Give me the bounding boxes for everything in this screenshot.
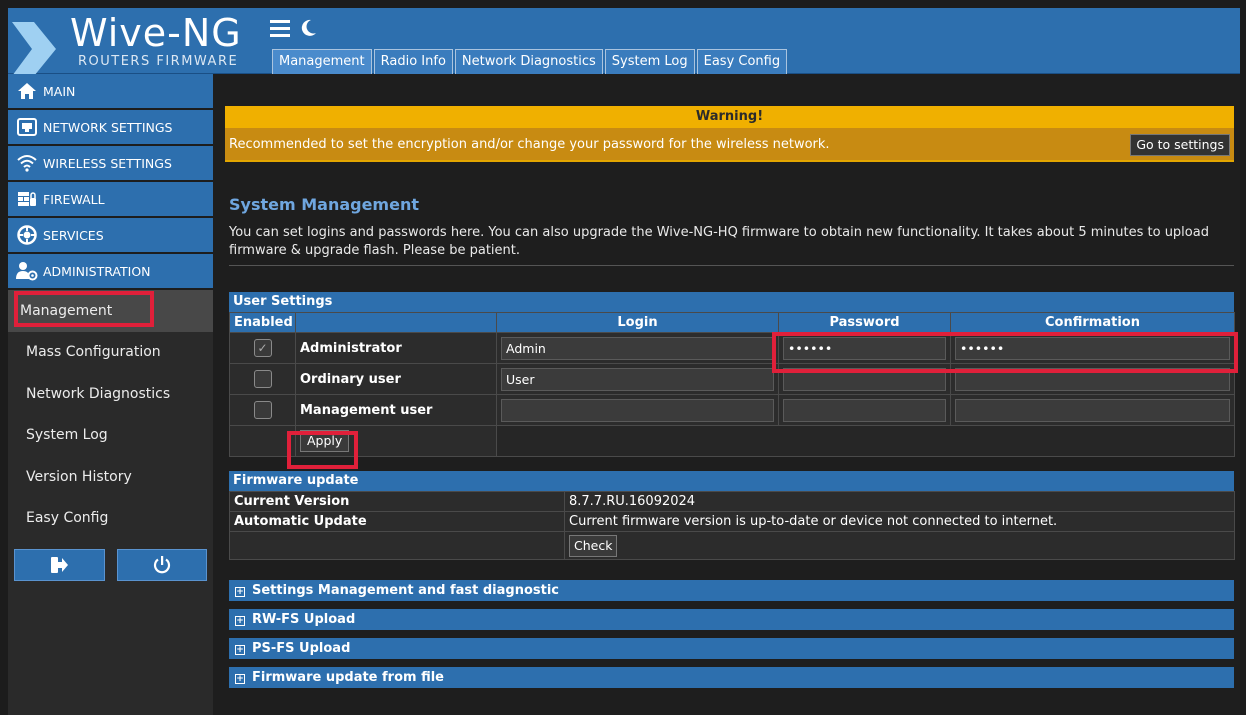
go-to-settings-button[interactable]: Go to settings <box>1130 134 1230 156</box>
password-input-ordinary[interactable] <box>783 367 946 391</box>
check-button[interactable]: Check <box>569 534 618 557</box>
firmware-table: Current Version 8.7.7.RU.16092024 Automa… <box>229 491 1235 560</box>
col-role <box>295 312 497 333</box>
section-settings-management[interactable]: + Settings Management and fast diagnostic <box>229 580 1234 601</box>
section-ps-fs-upload[interactable]: + PS-FS Upload <box>229 638 1234 659</box>
firmware-update-header: Firmware update <box>229 471 1234 491</box>
current-version-value: 8.7.7.RU.16092024 <box>564 491 1235 512</box>
automatic-update-label: Automatic Update <box>229 511 565 532</box>
power-button[interactable] <box>116 549 207 581</box>
confirmation-input-ordinary[interactable] <box>955 367 1230 391</box>
tab-system-log[interactable]: System Log <box>604 49 695 74</box>
main-content: Warning! Recommended to set the encrypti… <box>213 74 1240 715</box>
user-settings-header: User Settings <box>229 292 1234 312</box>
warning-title: Warning! <box>225 106 1234 128</box>
brand-title: Wive-NG <box>70 11 242 55</box>
expand-icon: + <box>235 587 245 597</box>
divider <box>229 265 1234 266</box>
enabled-checkbox-management[interactable] <box>253 401 272 419</box>
expand-icon: + <box>235 674 245 684</box>
logout-icon <box>51 557 69 573</box>
services-gear-icon <box>16 225 38 245</box>
table-row: ✓ Administrator Admin •••••• •••••• <box>229 332 1235 364</box>
role-label: Administrator <box>295 332 497 364</box>
automatic-update-value: Current firmware version is up-to-date o… <box>564 511 1235 532</box>
login-input-ordinary[interactable]: User <box>501 367 774 391</box>
role-label: Ordinary user <box>295 363 497 395</box>
col-login: Login <box>496 312 779 333</box>
sidebar-item-main[interactable]: MAIN <box>8 74 213 110</box>
login-input-admin[interactable]: Admin <box>501 336 774 360</box>
sidebar: MAIN NETWORK SETTINGS WIRELESS SETTINGS … <box>8 74 213 715</box>
password-input-admin[interactable]: •••••• <box>783 336 946 360</box>
section-rw-fs-upload[interactable]: + RW-FS Upload <box>229 609 1234 630</box>
section-label: PS-FS Upload <box>252 641 351 656</box>
section-label: Settings Management and fast diagnostic <box>252 583 560 598</box>
sidebar-item-firewall[interactable]: FIREWALL <box>8 182 213 218</box>
ethernet-port-icon <box>16 117 38 137</box>
section-label: RW-FS Upload <box>252 612 356 627</box>
current-version-label: Current Version <box>229 491 565 512</box>
wifi-icon <box>16 153 38 173</box>
section-firmware-from-file[interactable]: + Firmware update from file <box>229 667 1234 688</box>
moon-icon[interactable] <box>298 18 318 38</box>
enabled-checkbox-ordinary[interactable] <box>253 370 272 388</box>
sidebar-sub-network-diagnostics[interactable]: Network Diagnostics <box>8 373 213 415</box>
sidebar-item-label: MAIN <box>43 83 76 99</box>
sidebar-item-label: WIRELESS SETTINGS <box>43 155 172 171</box>
app-header: Wive-NG ROUTERS FIRMWARE Management Radi… <box>8 8 1240 76</box>
sidebar-item-label: ADMINISTRATION <box>43 263 151 279</box>
confirmation-input-management[interactable] <box>955 398 1230 422</box>
highlight-box-management <box>14 291 154 327</box>
sidebar-item-wireless-settings[interactable]: WIRELESS SETTINGS <box>8 146 213 182</box>
tab-management[interactable]: Management <box>272 49 372 74</box>
password-input-management[interactable] <box>783 398 946 422</box>
expand-icon: + <box>235 616 245 626</box>
table-row: Apply <box>229 425 1235 457</box>
col-password: Password <box>778 312 951 333</box>
sidebar-sub-easy-config[interactable]: Easy Config <box>8 498 213 540</box>
page-description: You can set logins and passwords here. Y… <box>229 225 1209 258</box>
sidebar-item-label: FIREWALL <box>43 191 105 207</box>
page-title: System Management <box>229 195 419 214</box>
top-tabs: Management Radio Info Network Diagnostic… <box>272 49 788 74</box>
expand-icon: + <box>235 645 245 655</box>
table-row: Management user <box>229 394 1235 426</box>
col-confirmation: Confirmation <box>950 312 1235 333</box>
sidebar-sub-mass-configuration[interactable]: Mass Configuration <box>8 332 213 374</box>
apply-button[interactable]: Apply <box>300 430 350 452</box>
tab-easy-config[interactable]: Easy Config <box>696 49 788 74</box>
sidebar-item-label: SERVICES <box>43 227 104 243</box>
sidebar-item-network-settings[interactable]: NETWORK SETTINGS <box>8 110 213 146</box>
logout-button[interactable] <box>14 549 105 581</box>
brand-subtitle: ROUTERS FIRMWARE <box>78 54 239 69</box>
sidebar-item-label: NETWORK SETTINGS <box>43 119 173 135</box>
firewall-icon <box>16 189 38 209</box>
menu-icon[interactable] <box>270 19 292 37</box>
warning-message: Recommended to set the encryption and/or… <box>229 137 830 152</box>
warning-banner: Recommended to set the encryption and/or… <box>225 128 1234 162</box>
tab-network-diagnostics[interactable]: Network Diagnostics <box>454 49 603 74</box>
tab-radio-info[interactable]: Radio Info <box>373 49 453 74</box>
home-icon <box>16 81 38 101</box>
brand-logo-icon <box>12 22 56 76</box>
col-enabled: Enabled <box>229 312 296 333</box>
sidebar-item-services[interactable]: SERVICES <box>8 218 213 254</box>
login-input-management[interactable] <box>501 398 774 422</box>
user-settings-table: Enabled Login Password Confirmation ✓ Ad… <box>229 312 1235 457</box>
section-label: Firmware update from file <box>252 670 445 685</box>
admin-users-icon <box>16 261 38 281</box>
confirmation-input-admin[interactable]: •••••• <box>955 336 1230 360</box>
enabled-checkbox-admin: ✓ <box>253 339 272 357</box>
role-label: Management user <box>295 394 497 426</box>
sidebar-sub-version-history[interactable]: Version History <box>8 456 213 498</box>
sidebar-sub-system-log[interactable]: System Log <box>8 415 213 457</box>
power-icon <box>153 556 170 574</box>
table-row: Ordinary user User <box>229 363 1235 395</box>
sidebar-item-administration[interactable]: ADMINISTRATION <box>8 254 213 290</box>
